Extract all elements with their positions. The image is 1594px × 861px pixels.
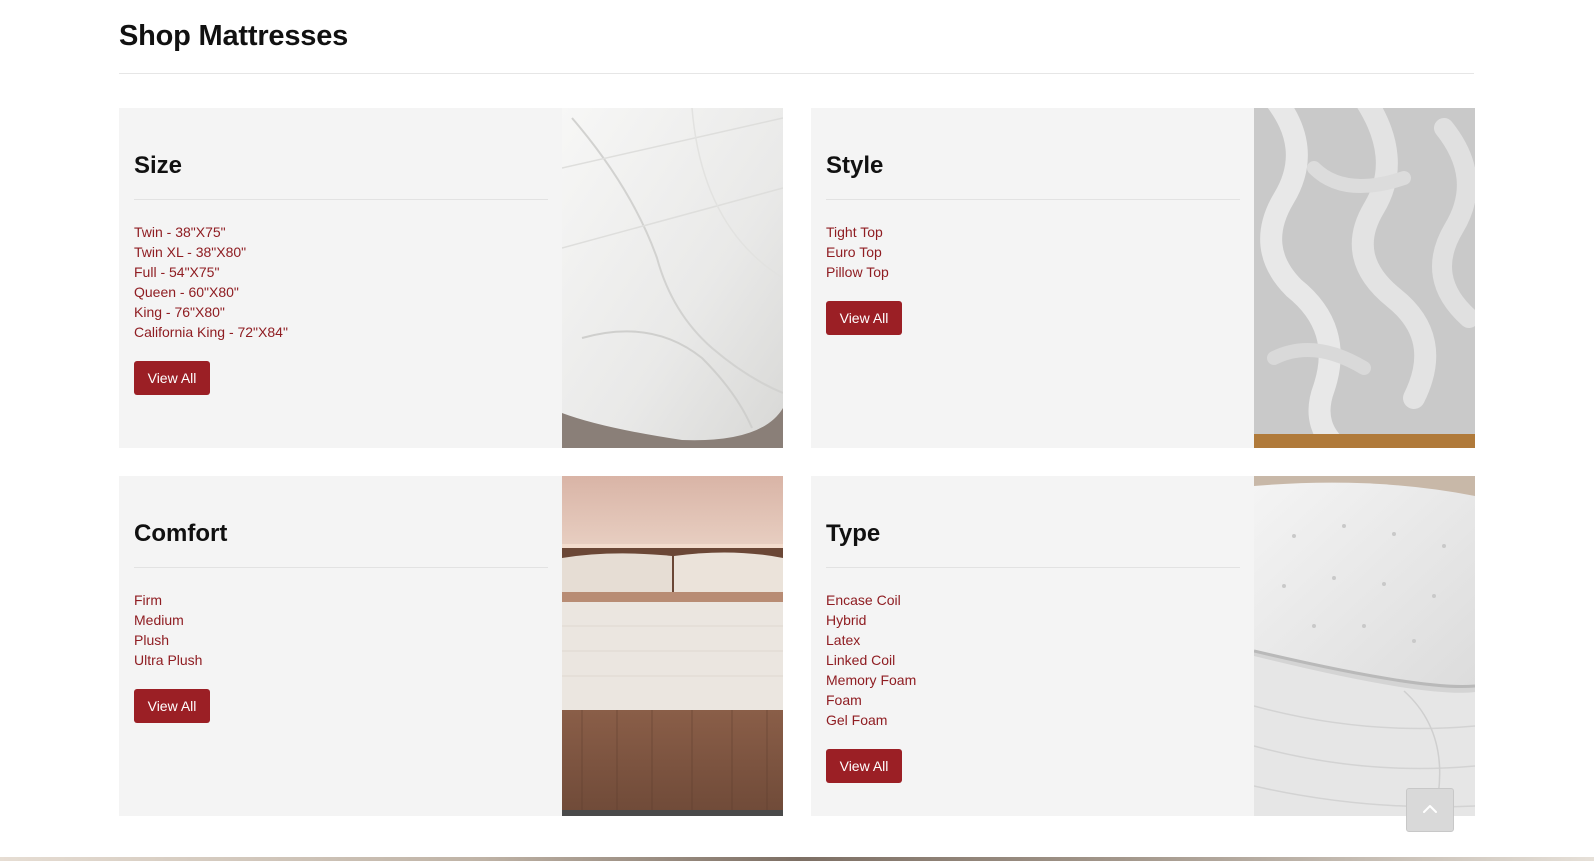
quilted-mattress-corner-photo <box>562 108 783 448</box>
view-all-button[interactable]: View All <box>826 749 902 783</box>
category-link[interactable]: Gel Foam <box>826 710 916 730</box>
link-list: Firm Medium Plush Ultra Plush <box>134 590 202 670</box>
link-list: Encase Coil Hybrid Latex Linked Coil Mem… <box>826 590 916 730</box>
category-link[interactable]: Full - 54"X75" <box>134 262 288 282</box>
category-link[interactable]: Linked Coil <box>826 650 916 670</box>
category-link[interactable]: Twin XL - 38"X80" <box>134 242 288 262</box>
category-link[interactable]: Firm <box>134 590 202 610</box>
category-link[interactable]: Hybrid <box>826 610 916 630</box>
card-title: Type <box>826 520 881 547</box>
category-link[interactable]: Tight Top <box>826 222 889 242</box>
mattress-fabric-texture-photo <box>1254 108 1475 448</box>
link-list: Twin - 38"X75" Twin XL - 38"X80" Full - … <box>134 222 288 342</box>
card-divider <box>826 567 1240 568</box>
category-link[interactable]: King - 76"X80" <box>134 302 288 322</box>
category-link[interactable]: Encase Coil <box>826 590 916 610</box>
category-card-style: Style Tight Top Euro Top Pillow Top View… <box>811 108 1475 448</box>
card-divider <box>134 199 548 200</box>
category-link[interactable]: Foam <box>826 690 916 710</box>
card-title: Comfort <box>134 520 228 547</box>
bed-with-pillows-photo <box>562 476 783 816</box>
category-link[interactable]: Twin - 38"X75" <box>134 222 288 242</box>
view-all-button[interactable]: View All <box>134 689 210 723</box>
tufted-mattress-photo <box>1254 476 1475 816</box>
category-link[interactable]: Ultra Plush <box>134 650 202 670</box>
chevron-up-icon <box>1422 801 1438 819</box>
scroll-to-top-button[interactable] <box>1406 788 1454 832</box>
card-title: Style <box>826 152 884 179</box>
card-title: Size <box>134 152 183 179</box>
category-card-type: Type Encase Coil Hybrid Latex Linked Coi… <box>811 476 1475 816</box>
category-link[interactable]: Memory Foam <box>826 670 916 690</box>
category-link[interactable]: Pillow Top <box>826 262 889 282</box>
category-link[interactable]: Latex <box>826 630 916 650</box>
card-divider <box>826 199 1240 200</box>
category-link[interactable]: Euro Top <box>826 242 889 262</box>
category-link[interactable]: Plush <box>134 630 202 650</box>
view-all-button[interactable]: View All <box>134 361 210 395</box>
view-all-button[interactable]: View All <box>826 301 902 335</box>
category-link[interactable]: Queen - 60"X80" <box>134 282 288 302</box>
category-card-size: Size Twin - 38"X75" Twin XL - 38"X80" Fu… <box>119 108 783 448</box>
category-link[interactable]: Medium <box>134 610 202 630</box>
category-link[interactable]: California King - 72"X84" <box>134 322 288 342</box>
title-divider <box>119 73 1474 74</box>
category-card-comfort: Comfort Firm Medium Plush Ultra Plush Vi… <box>119 476 783 816</box>
footer-banner-image <box>0 857 1594 861</box>
link-list: Tight Top Euro Top Pillow Top <box>826 222 889 282</box>
card-divider <box>134 567 548 568</box>
page-title: Shop Mattresses <box>119 20 349 52</box>
